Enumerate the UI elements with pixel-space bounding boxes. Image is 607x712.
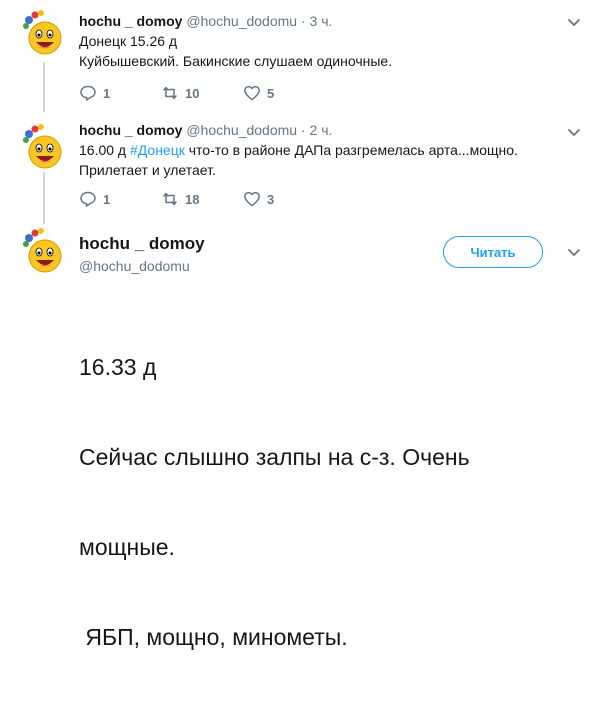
retweet-button[interactable]: 10 [161,84,199,102]
reply-icon [80,85,96,101]
reply-count: 1 [103,191,111,207]
retweet-count: 18 [185,191,200,207]
emoji-avatar-icon[interactable] [21,228,67,274]
reply-button[interactable]: 1 [79,190,110,208]
author-handle[interactable]: @hochu_dodomu [79,258,190,274]
retweet-count: 10 [185,85,200,101]
author-handle[interactable]: @hochu_dodomu [186,122,297,138]
retweet-button[interactable]: 18 [161,190,199,208]
chevron-down-icon[interactable] [566,14,582,30]
tweet-header: hochu _ domoy @hochu_dodomu · 3 ч. [79,13,332,29]
tweet-text-suffix: что-то в районе ДАПа разгремелась арта..… [184,142,518,158]
main-tweet-text: 16.33 д Сейчас слышно залпы на с-з. Очен… [79,292,470,712]
tweet-text-line: Прилетает и улетает. [79,162,216,178]
tweet-text: Донецк 15.26 д Куйбышевский. Бакинские с… [79,31,392,71]
chevron-down-icon[interactable] [566,244,582,260]
author-name[interactable]: hochu _ domoy [79,122,182,138]
author-name[interactable]: hochu _ domoy [79,234,205,254]
separator-dot: · [300,13,306,29]
hashtag-link[interactable]: #Донецк [130,142,185,158]
reply-icon [80,191,96,207]
tweet-text-line: Куйбышевский. Бакинские слушаем одиночны… [79,53,393,69]
tweet-actions: 1 18 3 [79,190,379,210]
tweet-header: hochu _ domoy @hochu_dodomu · 2 ч. [79,122,332,138]
reply-count: 1 [103,85,111,101]
thread-line [43,62,45,112]
main-tweet-text-line: ЯБП, мощно, минометы. [79,624,348,650]
tweet-text: 16.00 д #Донецк что-то в районе ДАПа раз… [79,140,518,180]
main-tweet-text-line: 16.33 д [79,354,157,380]
emoji-avatar-icon[interactable] [21,10,67,56]
tweet-text-prefix: 16.00 д [79,142,130,158]
emoji-avatar-icon[interactable] [21,124,67,170]
like-button[interactable]: 5 [243,84,274,102]
like-icon [244,191,260,207]
tweet-actions: 1 10 5 [79,84,379,104]
separator-dot: · [300,122,306,138]
tweet-text-line: 16.00 д #Донецк что-то в районе ДАПа раз… [79,140,518,160]
timestamp[interactable]: 3 ч. [310,13,333,29]
follow-button[interactable]: Читать [443,236,543,268]
retweet-icon [163,192,177,206]
author-handle[interactable]: @hochu_dodomu [186,13,297,29]
chevron-down-icon[interactable] [566,124,582,140]
tweet-text-line: Донецк 15.26 д [79,33,178,49]
main-tweet-text-line: мощные. [79,534,175,560]
reply-button[interactable]: 1 [79,84,110,102]
like-icon [244,85,260,101]
like-count: 3 [267,191,275,207]
main-tweet-text-line: Сейчас слышно залпы на с-з. Очень [79,444,470,470]
like-count: 5 [267,85,275,101]
timestamp[interactable]: 2 ч. [310,122,333,138]
retweet-icon [163,86,177,100]
thread-line [43,172,45,224]
like-button[interactable]: 3 [243,190,274,208]
author-name[interactable]: hochu _ domoy [79,13,182,29]
